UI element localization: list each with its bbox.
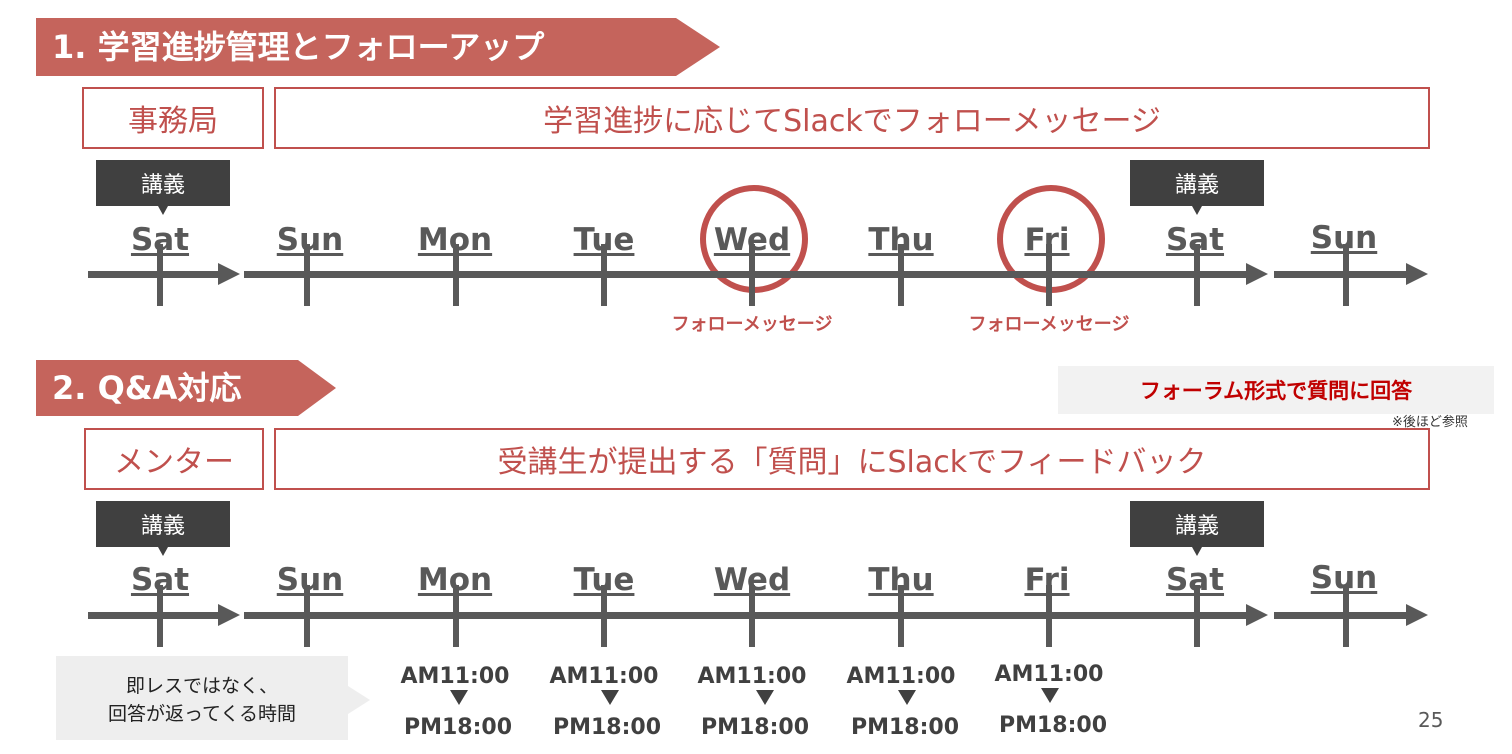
response-end-mon: PM18:00 bbox=[403, 715, 513, 740]
section2-description: 受講生が提出する「質問」にSlackでフィードバック bbox=[497, 445, 1207, 480]
timeline-arrow-3 bbox=[1274, 604, 1428, 626]
timeline-arrow-2 bbox=[244, 604, 1268, 626]
timeline-tick bbox=[601, 585, 607, 647]
section1-lecture-badge-left: 講義 bbox=[96, 160, 230, 215]
timeline-arrow-1 bbox=[88, 263, 240, 285]
timeline-tick bbox=[304, 244, 310, 306]
section2-lecture-badge-left: 講義 bbox=[96, 501, 230, 556]
day-label-sun: Sun bbox=[276, 222, 344, 258]
response-start-mon: AM11:00 bbox=[400, 664, 510, 689]
response-start-tue: AM11:00 bbox=[549, 664, 659, 689]
timeline-arrow-3 bbox=[1274, 263, 1428, 285]
timeline-tick bbox=[304, 585, 310, 647]
section2-description-box: 受講生が提出する「質問」にSlackでフィードバック bbox=[274, 428, 1430, 490]
response-time-note: 即レスではなく、 回答が返ってくる時間 bbox=[56, 656, 370, 740]
section1-description-box: 学習進捗に応じてSlackでフォローメッセージ bbox=[274, 87, 1430, 149]
section2-lecture-badge-right: 講義 bbox=[1130, 501, 1264, 556]
follow-message-label-wed: フォローメッセージ bbox=[671, 314, 833, 335]
response-end-thu: PM18:00 bbox=[850, 715, 960, 740]
timeline-tick bbox=[898, 585, 904, 647]
timeline-tick bbox=[1046, 244, 1052, 306]
timeline-tick bbox=[601, 244, 607, 306]
timeline-tick bbox=[453, 244, 459, 306]
timeline-tick bbox=[898, 244, 904, 306]
section1-role-label: 事務局 bbox=[128, 104, 218, 139]
timeline-tick bbox=[749, 585, 755, 647]
lecture-label: 講義 bbox=[140, 173, 185, 198]
lecture-label: 講義 bbox=[1174, 173, 1219, 198]
page-number: 25 bbox=[1418, 708, 1444, 732]
section1-lecture-badge-right: 講義 bbox=[1130, 160, 1264, 215]
lecture-label: 講義 bbox=[140, 514, 185, 539]
down-arrow-icon bbox=[450, 690, 468, 705]
timeline-tick bbox=[749, 244, 755, 306]
down-arrow-icon bbox=[756, 690, 774, 705]
timeline-tick bbox=[1046, 585, 1052, 647]
section1-description: 学習進捗に応じてSlackでフォローメッセージ bbox=[543, 104, 1161, 139]
lecture-label: 講義 bbox=[1174, 514, 1219, 539]
timeline-tick bbox=[1194, 244, 1200, 306]
response-end-tue: PM18:00 bbox=[552, 715, 662, 740]
section2-role-box: メンター bbox=[84, 428, 264, 490]
response-start-wed: AM11:00 bbox=[697, 664, 807, 689]
down-arrow-icon bbox=[898, 690, 916, 705]
section2-header: 2. Q&A対応 bbox=[36, 360, 336, 416]
section2-role-label: メンター bbox=[114, 445, 234, 480]
timeline-tick bbox=[1343, 585, 1349, 647]
forum-callout-text: フォーラム形式で質問に回答 bbox=[1139, 379, 1413, 403]
down-arrow-icon bbox=[1041, 688, 1059, 703]
timeline-tick bbox=[157, 244, 163, 306]
down-arrow-icon bbox=[601, 690, 619, 705]
response-end-wed: PM18:00 bbox=[700, 715, 810, 740]
timeline-tick bbox=[157, 585, 163, 647]
timeline-arrow-1 bbox=[88, 604, 240, 626]
timeline-tick bbox=[1194, 585, 1200, 647]
timeline-tick bbox=[453, 585, 459, 647]
follow-message-label-fri: フォローメッセージ bbox=[968, 314, 1130, 335]
day-label-sun: Sun bbox=[276, 562, 344, 598]
response-start-thu: AM11:00 bbox=[846, 664, 956, 689]
section1-role-box: 事務局 bbox=[82, 87, 264, 149]
timeline-arrow-2 bbox=[244, 263, 1268, 285]
timeline-tick bbox=[1343, 244, 1349, 306]
section1-header: 1. 学習進捗管理とフォローアップ bbox=[36, 18, 720, 76]
response-start-fri: AM11:00 bbox=[994, 662, 1104, 687]
forum-callout: フォーラム形式で質問に回答 bbox=[1058, 366, 1494, 414]
response-end-fri: PM18:00 bbox=[998, 713, 1108, 738]
